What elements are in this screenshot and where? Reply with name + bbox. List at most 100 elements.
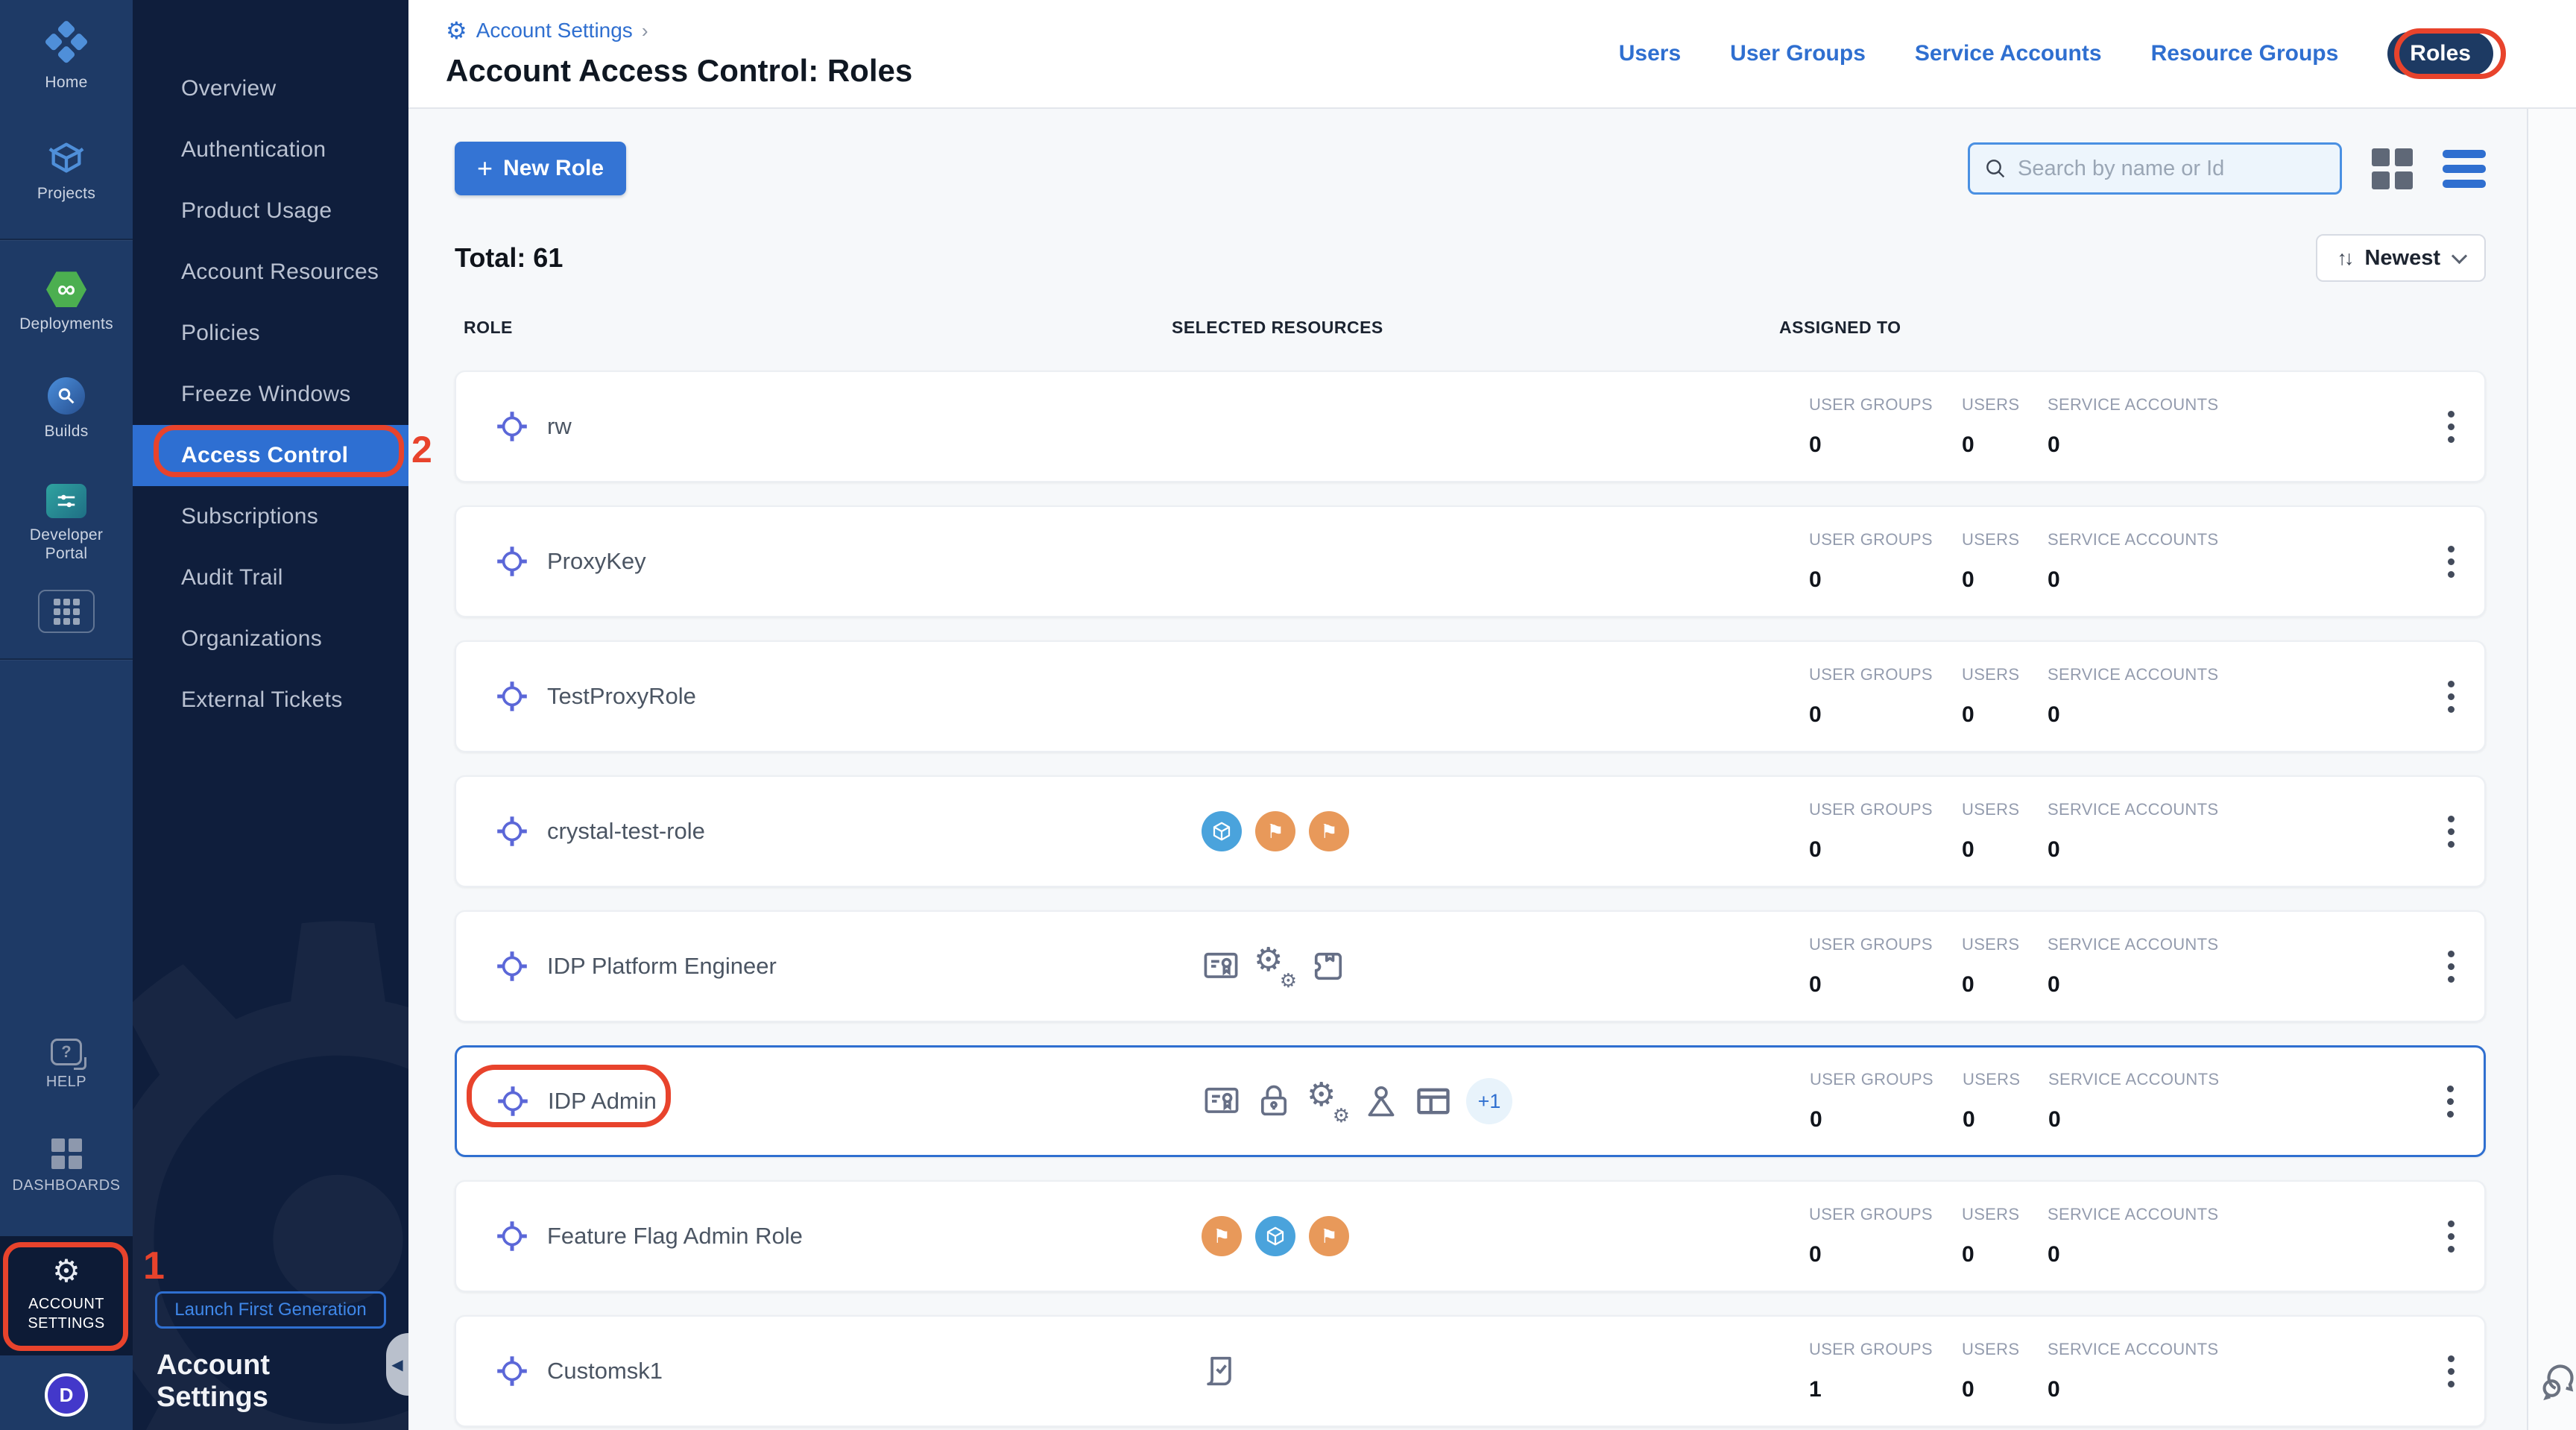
rail-item-deployments[interactable]: ∞ Deployments	[0, 271, 133, 333]
flag-resource-icon: ⚑	[1202, 1216, 1242, 1256]
user-groups-label: USER GROUPS	[1809, 935, 1962, 954]
users-count: 0	[1962, 567, 2048, 593]
rail-item-dashboards[interactable]: DASHBOARDS	[0, 1138, 133, 1194]
rail-label: Deployments	[19, 315, 113, 333]
settings-gear-icon: ⚙	[446, 19, 467, 42]
tab-resource-groups[interactable]: Resource Groups	[2151, 41, 2339, 66]
role-name[interactable]: IDP Platform Engineer	[547, 953, 777, 980]
lock-resource-icon	[1254, 1082, 1293, 1121]
service-accounts-count: 0	[2048, 702, 2380, 728]
row-menu-button[interactable]	[2440, 538, 2462, 585]
list-view-button[interactable]	[2443, 150, 2486, 188]
role-name[interactable]: TestProxyRole	[547, 683, 696, 710]
service-accounts-count: 0	[2048, 1377, 2380, 1402]
service-accounts-label: SERVICE ACCOUNTS	[2048, 530, 2380, 549]
users-label: USERS	[1963, 1070, 2048, 1089]
rail-divider	[0, 239, 133, 240]
rail-label: Projects	[37, 184, 95, 203]
sidebar-item-external-tickets[interactable]: External Tickets	[133, 670, 408, 731]
rail-item-developer-portal[interactable]: Developer Portal	[0, 484, 133, 563]
table-row[interactable]: ProxyKey USER GROUPS0 USERS0 SERVICE ACC…	[455, 505, 2486, 617]
user-avatar[interactable]: D	[45, 1373, 88, 1417]
table-row[interactable]: IDP Platform Engineer ⚙⚙ USER GROUPS0 US…	[455, 910, 2486, 1022]
tab-service-accounts[interactable]: Service Accounts	[1915, 41, 2102, 66]
apps-grid-button[interactable]	[38, 590, 95, 633]
row-menu-button[interactable]	[2440, 673, 2462, 720]
sidebar-item-authentication[interactable]: Authentication	[133, 119, 408, 180]
person-resource-icon	[1362, 1082, 1401, 1121]
table-row[interactable]: crystal-test-role ⚑ ⚑ USER GROUPS0 USERS…	[455, 775, 2486, 887]
rail-item-account-settings[interactable]: ⚙ ACCOUNT SETTINGS	[0, 1236, 133, 1355]
settings-sidebar: ⚙ Overview Authentication Product Usage …	[133, 0, 408, 1430]
sidebar-item-freeze-windows[interactable]: Freeze Windows	[133, 364, 408, 425]
table-row[interactable]: TestProxyRole USER GROUPS0 USERS0 SERVIC…	[455, 640, 2486, 752]
table-row-idp-admin[interactable]: IDP Admin ⚙⚙ +1 USER GROUPS0 USE	[455, 1045, 2486, 1157]
tab-user-groups[interactable]: User Groups	[1730, 41, 1866, 66]
rail-label: ACCOUNT SETTINGS	[22, 1294, 111, 1333]
sidebar-item-policies[interactable]: Policies	[133, 303, 408, 364]
user-groups-count: 0	[1809, 837, 1962, 863]
row-menu-button[interactable]	[2440, 1078, 2461, 1125]
row-menu-button[interactable]	[2440, 1213, 2462, 1260]
projects-box-icon	[45, 138, 87, 177]
home-icon	[42, 19, 90, 68]
rail-label: Builds	[45, 422, 89, 441]
service-accounts-label: SERVICE ACCOUNTS	[2048, 1340, 2380, 1359]
table-row[interactable]: rw USER GROUPS0 USERS0 SERVICE ACCOUNTS0	[455, 371, 2486, 482]
new-role-button[interactable]: + New Role	[455, 142, 626, 195]
rail-item-projects[interactable]: Projects	[0, 138, 133, 203]
sidebar-item-audit-trail[interactable]: Audit Trail	[133, 547, 408, 608]
role-target-icon	[493, 1352, 531, 1390]
service-accounts-label: SERVICE ACCOUNTS	[2048, 800, 2380, 819]
rail-item-builds[interactable]: Builds	[0, 377, 133, 441]
table-row[interactable]: Feature Flag Admin Role ⚑ ⚑ USER GROUPS0…	[455, 1180, 2486, 1292]
rail-item-home[interactable]: Home	[0, 22, 133, 92]
support-chat-icon[interactable]	[2537, 1358, 2576, 1405]
sidebar-item-overview[interactable]: Overview	[133, 58, 408, 119]
sidebar-item-access-control[interactable]: Access Control	[133, 425, 408, 486]
tab-users[interactable]: Users	[1619, 41, 1681, 66]
launch-first-generation-button[interactable]: Launch First Generation	[155, 1291, 386, 1329]
chevron-right-icon: ›	[642, 19, 648, 42]
page-title: Account Access Control: Roles	[446, 53, 1619, 89]
users-label: USERS	[1962, 1340, 2048, 1359]
role-name[interactable]: IDP Admin	[548, 1088, 657, 1115]
role-name[interactable]: Customsk1	[547, 1358, 663, 1385]
column-headers: ROLE SELECTED RESOURCES ASSIGNED TO	[455, 318, 2486, 338]
sort-dropdown[interactable]: ↑↓ Newest	[2316, 234, 2486, 282]
users-count: 0	[1962, 1242, 2048, 1267]
users-label: USERS	[1962, 665, 2048, 684]
tab-roles[interactable]: Roles	[2387, 32, 2493, 75]
service-accounts-label: SERVICE ACCOUNTS	[2048, 1205, 2380, 1224]
sidebar-item-organizations[interactable]: Organizations	[133, 608, 408, 670]
sidebar-item-product-usage[interactable]: Product Usage	[133, 180, 408, 242]
role-name[interactable]: Feature Flag Admin Role	[547, 1223, 803, 1250]
role-name[interactable]: crystal-test-role	[547, 818, 705, 845]
service-accounts-count: 0	[2048, 567, 2380, 593]
role-name[interactable]: ProxyKey	[547, 548, 646, 575]
deployment-resource-icon	[1202, 811, 1242, 851]
users-count: 0	[1963, 1107, 2048, 1133]
sidebar-item-account-resources[interactable]: Account Resources	[133, 242, 408, 303]
flag-resource-icon: ⚑	[1309, 811, 1349, 851]
row-menu-button[interactable]	[2440, 403, 2462, 450]
grid-view-button[interactable]	[2372, 148, 2413, 189]
services-resource-icon: ⚙⚙	[1307, 1082, 1348, 1121]
more-resources-badge[interactable]: +1	[1466, 1078, 1512, 1124]
sidebar-item-subscriptions[interactable]: Subscriptions	[133, 486, 408, 547]
service-accounts-label: SERVICE ACCOUNTS	[2048, 665, 2380, 684]
row-menu-button[interactable]	[2440, 808, 2462, 855]
breadcrumb: ⚙ Account Settings ›	[446, 19, 1619, 42]
row-menu-button[interactable]	[2440, 1348, 2462, 1395]
plus-icon: +	[477, 155, 493, 182]
page-header: ⚙ Account Settings › Account Access Cont…	[408, 0, 2576, 109]
search-input[interactable]	[2018, 157, 2326, 181]
rail-item-help[interactable]: ? HELP	[0, 1039, 133, 1091]
row-menu-button[interactable]	[2440, 943, 2462, 990]
table-row[interactable]: Customsk1 USER GROUPS1 USERS0 SERVICE AC…	[455, 1315, 2486, 1427]
role-name[interactable]: rw	[547, 413, 572, 440]
breadcrumb-link[interactable]: Account Settings	[476, 19, 633, 42]
role-target-icon	[494, 1083, 531, 1120]
user-groups-label: USER GROUPS	[1810, 1070, 1963, 1089]
scroll-check-resource-icon	[1202, 1352, 1240, 1390]
